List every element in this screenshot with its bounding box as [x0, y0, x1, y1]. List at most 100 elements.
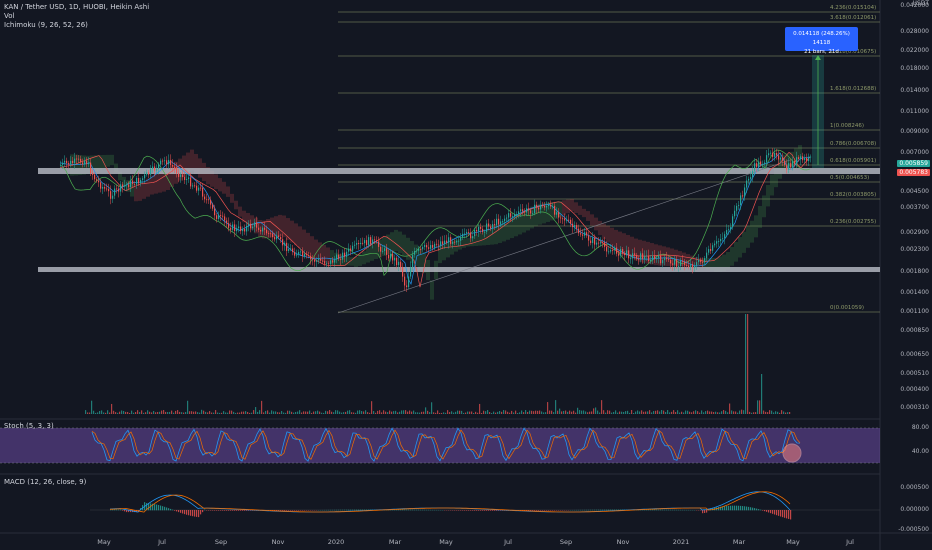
volume-bar	[495, 412, 497, 414]
candle-body	[116, 188, 118, 190]
volume-bar	[289, 410, 291, 414]
candle-body	[804, 157, 806, 161]
candle-body	[284, 242, 286, 246]
volume-bar	[105, 412, 107, 414]
time-label: May	[786, 538, 800, 546]
candle-body	[748, 178, 750, 181]
volume-bar	[567, 411, 569, 414]
volume-bar	[789, 411, 791, 414]
macd-hist-bar	[774, 510, 776, 515]
candle-body	[254, 222, 256, 227]
macd-hist-bar	[592, 509, 594, 511]
volume-bar	[431, 402, 433, 414]
ichimoku-legend[interactable]: Ichimoku (9, 26, 52, 26)	[4, 21, 88, 29]
volume-bar	[427, 410, 429, 414]
macd-hist-bar	[244, 510, 246, 511]
volume-bar	[713, 412, 715, 414]
volume-bar	[531, 410, 533, 414]
candle-body	[738, 204, 740, 206]
candle-body	[88, 162, 90, 165]
volume-bar	[363, 411, 365, 414]
candle-body	[752, 170, 754, 178]
volume-bar	[505, 410, 507, 414]
volume-bar	[241, 411, 243, 414]
macd-hist-bar	[240, 510, 242, 511]
macd-hist-bar	[596, 509, 598, 511]
macd-hist-bar	[480, 510, 482, 511]
candle-body	[494, 224, 496, 226]
macd-hist-bar	[604, 509, 606, 511]
candle-body	[624, 253, 626, 256]
candle-body	[498, 218, 500, 225]
macd-hist-bar	[726, 505, 728, 511]
candle-body	[488, 223, 490, 227]
volume-bar	[385, 411, 387, 414]
volume-bar	[291, 411, 293, 414]
measure-info-box[interactable]: 0.014118 (248.26%) 14118 21 bars, 21d	[785, 27, 858, 55]
candle-body	[110, 191, 112, 199]
candle-body	[790, 163, 792, 168]
fib-level-label: 0(0.001059)	[830, 305, 865, 311]
candle-body	[222, 215, 224, 217]
volume-bar	[695, 410, 697, 414]
candle-body	[314, 259, 316, 262]
candle-body	[412, 254, 414, 268]
macd-hist-bar	[222, 510, 224, 511]
macd-legend[interactable]: MACD (12, 26, close, 9)	[4, 478, 86, 486]
stoch-band	[0, 428, 880, 463]
volume-bar	[549, 410, 551, 414]
candle-body	[664, 257, 666, 261]
volume-bar	[197, 412, 199, 414]
volume-bar	[557, 410, 559, 414]
volume-bar	[631, 410, 633, 414]
cloud-segment	[618, 231, 622, 252]
macd-hist-bar	[548, 510, 550, 511]
support-band[interactable]	[38, 267, 880, 272]
candle-body	[606, 246, 608, 252]
macd-hist-bar	[346, 509, 348, 511]
volume-bar	[315, 411, 317, 414]
volume-bar	[591, 411, 593, 414]
candle-body	[396, 257, 398, 266]
candle-body	[80, 158, 82, 163]
chart-canvas[interactable]	[0, 0, 932, 550]
volume-bar	[325, 410, 327, 414]
stoch-legend[interactable]: Stoch (5, 3, 3)	[4, 422, 54, 430]
cloud-segment	[214, 174, 218, 190]
macd-hist-bar	[612, 509, 614, 511]
price-label: 0.000650	[900, 351, 929, 358]
macd-hist-bar	[478, 510, 480, 511]
cloud-segment	[218, 178, 222, 192]
volume-bar	[159, 411, 161, 414]
macd-hist-bar	[668, 509, 670, 511]
macd-hist-bar	[398, 509, 400, 511]
macd-hist-bar	[342, 509, 344, 511]
candle-body	[682, 260, 684, 262]
volume-bar	[243, 411, 245, 414]
candle-body	[728, 229, 730, 231]
volume-bar	[783, 411, 785, 414]
macd-hist-bar	[182, 510, 184, 514]
candle-body	[236, 227, 238, 232]
symbol-legend[interactable]: KAN / Tether USD, 1D, HUOBI, Heikin Ashi	[4, 3, 149, 11]
candle-body	[214, 208, 216, 216]
candle-body	[452, 241, 454, 244]
cloud-segment	[730, 246, 734, 266]
volume-bar	[263, 412, 265, 414]
candle-body	[226, 220, 228, 224]
macd-hist-bar	[786, 510, 788, 519]
volume-bar	[675, 412, 677, 414]
candle-body	[288, 249, 290, 251]
volume-bar	[387, 412, 389, 414]
volume-legend[interactable]: Vol	[4, 12, 14, 20]
volume-bar	[581, 410, 583, 414]
macd-hist-bar	[204, 509, 206, 511]
volume-bar	[543, 412, 545, 414]
price-label: 0.003700	[900, 204, 929, 211]
candle-body	[508, 213, 510, 218]
volume-bar	[217, 412, 219, 414]
stoch-highlight-circle[interactable]	[782, 443, 802, 463]
candle-body	[256, 222, 258, 228]
volume-bar	[537, 410, 539, 414]
volume-bar	[211, 412, 213, 414]
